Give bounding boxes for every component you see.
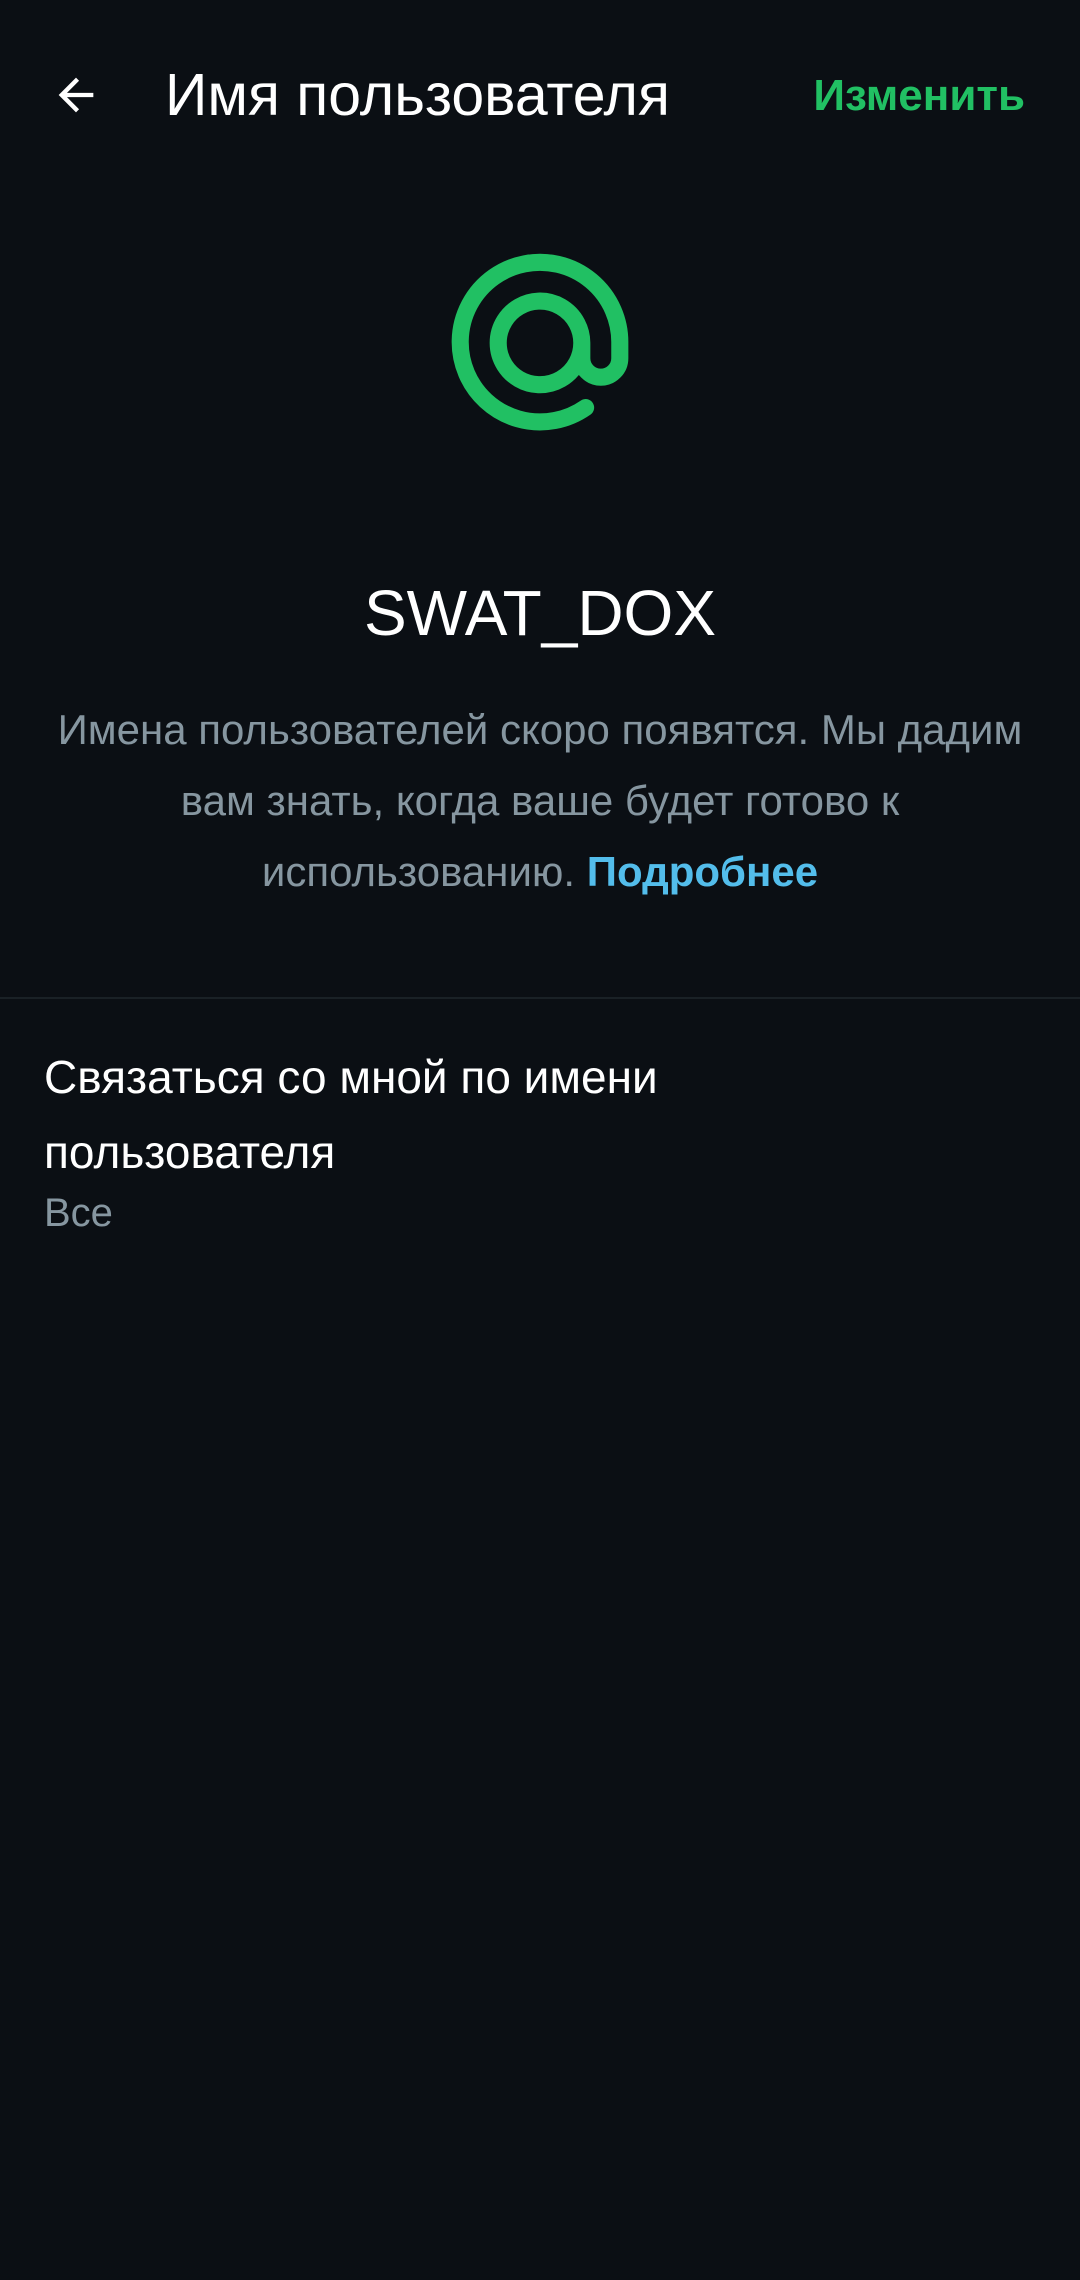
contact-by-username-setting[interactable]: Связаться со мной по имени пользователя … — [0, 1040, 1080, 1250]
setting-value: Все — [44, 1191, 113, 1235]
divider — [0, 997, 1080, 999]
back-button[interactable] — [36, 50, 116, 140]
page-title: Имя пользователя — [165, 62, 670, 128]
edit-button[interactable]: Изменить — [813, 60, 1025, 132]
username-info-text: Имена пользователей скоро появятся. Мы д… — [55, 694, 1025, 907]
at-sign-icon — [445, 248, 635, 438]
learn-more-link[interactable]: Подробнее — [587, 848, 818, 895]
info-message: Имена пользователей скоро появятся. Мы д… — [57, 706, 1023, 895]
app-bar: Имя пользователя Изменить — [0, 0, 1080, 190]
arrow-left-icon — [58, 77, 94, 113]
username: SWAT_DOX — [363, 577, 717, 649]
username-screen: Имя пользователя Изменить SWAT_DOX Имена… — [0, 0, 1080, 2280]
setting-title: Связаться со мной по имени пользователя — [44, 1051, 658, 1178]
